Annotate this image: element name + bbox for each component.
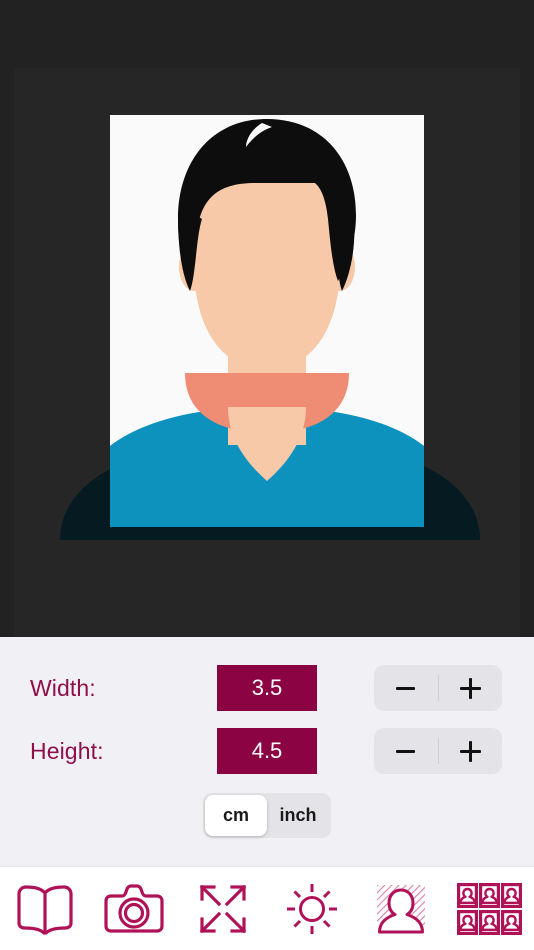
toolbar-button-camera[interactable] [89,867,178,950]
width-increment-button[interactable] [439,665,503,711]
toolbar-button-brightness[interactable] [267,867,356,950]
photo-grid-icon [456,882,523,936]
minus-icon [396,686,416,690]
portrait-illustration [110,119,424,527]
width-decrement-button[interactable] [374,665,438,711]
unit-toggle: cm inch [203,793,331,838]
height-value-field[interactable]: 4.5 [217,728,317,774]
brightness-sun-icon [284,882,340,936]
toolbar-button-background[interactable] [356,867,445,950]
unit-option-inch[interactable]: inch [267,795,329,836]
expand-arrows-icon [196,883,250,935]
width-row: Width: 3.5 [0,664,534,712]
app-root: Width: 3.5 Height: 4.5 cm inch [0,0,534,950]
height-increment-button[interactable] [439,728,503,774]
photo-paper [110,115,424,527]
bottom-toolbar [0,866,534,950]
minus-icon [396,749,416,753]
height-row: Height: 4.5 [0,727,534,775]
toolbar-button-resize[interactable] [178,867,267,950]
plus-icon [459,677,481,699]
width-label: Width: [30,675,96,701]
photo-frame[interactable] [110,115,424,527]
person-background-icon [373,882,429,936]
toolbar-button-gallery[interactable] [0,867,89,950]
dimension-controls: Width: 3.5 Height: 4.5 cm inch [0,637,534,865]
height-decrement-button[interactable] [374,728,438,774]
plus-icon [459,740,481,762]
camera-icon [103,883,165,935]
height-stepper [374,728,502,774]
width-value-field[interactable]: 3.5 [217,665,317,711]
toolbar-button-photo-sheet[interactable] [445,867,534,950]
open-book-icon [15,883,75,935]
width-stepper [374,665,502,711]
height-label: Height: [30,738,104,764]
unit-option-cm[interactable]: cm [205,795,267,836]
